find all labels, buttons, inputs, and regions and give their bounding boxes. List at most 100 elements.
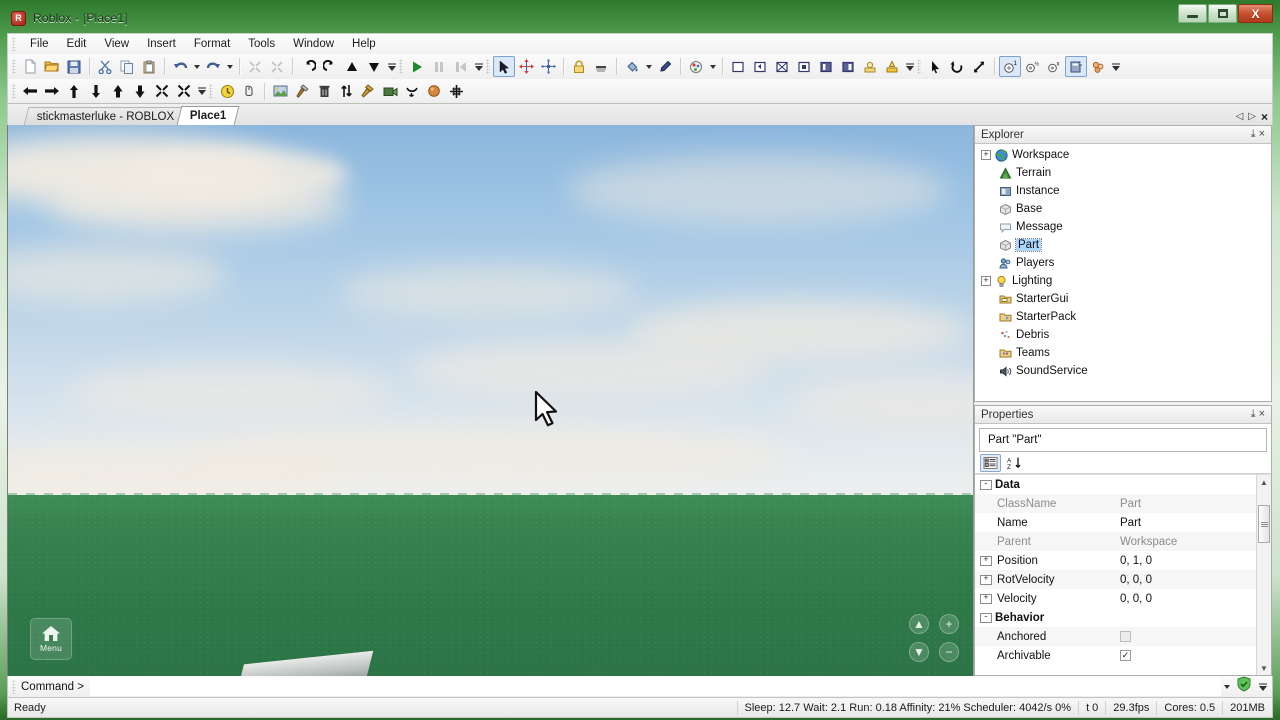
document-tab-place-browser[interactable]: stickmasterluke - ROBLOX	[24, 107, 188, 125]
menu-item-insert[interactable]: Insert	[138, 36, 185, 52]
undo-dropdown-icon[interactable]	[191, 56, 202, 77]
move-down-icon[interactable]	[363, 56, 385, 77]
property-expander-icon[interactable]: +	[980, 575, 992, 585]
property-category-behavior[interactable]: - Behavior	[975, 608, 1271, 627]
updown-icon[interactable]	[335, 81, 357, 102]
toolbar-grip[interactable]	[917, 59, 921, 74]
toolbar-grip[interactable]	[486, 59, 490, 74]
explorer-close-icon[interactable]: ×	[1256, 129, 1268, 140]
menu-item-file[interactable]: File	[21, 36, 58, 52]
toolbar-overflow-button[interactable]	[385, 56, 398, 77]
arrow-up-icon[interactable]	[63, 81, 85, 102]
document-tab-place1[interactable]: Place1	[177, 106, 240, 125]
camera-record-icon[interactable]	[379, 81, 401, 102]
tree-item-base[interactable]: Base	[975, 200, 1271, 218]
arrow-lower-icon[interactable]	[129, 81, 151, 102]
surface-smooth-icon[interactable]	[727, 56, 749, 77]
command-input[interactable]	[90, 678, 1221, 696]
redo-icon[interactable]	[202, 56, 224, 77]
scroll-down-icon[interactable]: ▼	[1257, 661, 1271, 675]
camera-one-icon[interactable]: 1	[999, 56, 1021, 77]
arrow-raise-icon[interactable]	[107, 81, 129, 102]
menu-item-tools[interactable]: Tools	[239, 36, 284, 52]
viewport-menu-button[interactable]: Menu	[30, 618, 72, 660]
tree-item-teams[interactable]: Teams	[975, 344, 1271, 362]
camera-half-icon[interactable]: ½	[1021, 56, 1043, 77]
toolbar-overflow-button[interactable]	[903, 56, 916, 77]
paint-dropdown-icon[interactable]	[643, 56, 654, 77]
material-dropdown-icon[interactable]	[707, 56, 718, 77]
camera-zoom-in-button[interactable]: +	[939, 614, 959, 634]
hinge-icon[interactable]	[859, 56, 881, 77]
camera-zoom-out-button[interactable]: −	[939, 642, 959, 662]
green-shield-icon[interactable]	[1236, 676, 1252, 697]
expand-icon[interactable]	[173, 81, 195, 102]
tree-item-startergui[interactable]: StarterGui	[975, 290, 1271, 308]
group-icon[interactable]	[244, 56, 266, 77]
surface-glue-icon[interactable]	[749, 56, 771, 77]
tree-item-part[interactable]: Part	[975, 236, 1271, 254]
pause-icon[interactable]	[428, 56, 450, 77]
tab-prev-icon[interactable]: ◁	[1236, 112, 1244, 122]
command-bar-overflow-button[interactable]	[1256, 676, 1269, 697]
property-value[interactable]: 0, 0, 0	[1120, 574, 1152, 586]
arrow-right-icon[interactable]	[41, 81, 63, 102]
mouse-icon[interactable]	[238, 81, 260, 102]
property-row-position[interactable]: + Position 0, 1, 0	[975, 551, 1271, 570]
minimize-button[interactable]	[1178, 4, 1207, 23]
rotate-left-icon[interactable]	[297, 56, 319, 77]
archivable-checkbox[interactable]: ✓	[1120, 650, 1131, 661]
toolbar-grip[interactable]	[12, 59, 16, 74]
property-value[interactable]: 0, 1, 0	[1120, 555, 1152, 567]
close-button[interactable]: X	[1238, 4, 1273, 23]
toolbox-icon[interactable]	[1087, 56, 1109, 77]
menu-item-view[interactable]: View	[95, 36, 138, 52]
tree-item-workspace[interactable]: + Workspace	[975, 146, 1271, 164]
smile-icon[interactable]	[401, 81, 423, 102]
property-expander-icon[interactable]: +	[980, 556, 992, 566]
surface-weld-icon[interactable]	[771, 56, 793, 77]
property-row-rotvelocity[interactable]: + RotVelocity 0, 0, 0	[975, 570, 1271, 589]
maximize-button[interactable]	[1208, 4, 1237, 23]
property-row-classname[interactable]: ClassName Part	[975, 494, 1271, 513]
category-collapse-icon[interactable]: -	[980, 480, 992, 490]
property-row-archivable[interactable]: Archivable ✓	[975, 646, 1271, 665]
properties-scrollbar[interactable]: ▲ ▼	[1256, 475, 1271, 675]
weld-icon[interactable]	[590, 56, 612, 77]
property-value[interactable]: 0, 0, 0	[1120, 593, 1152, 605]
copy-icon[interactable]	[116, 56, 138, 77]
tree-item-starterpack[interactable]: StarterPack	[975, 308, 1271, 326]
surface-inlet-icon[interactable]	[815, 56, 837, 77]
tree-expander-icon[interactable]: +	[981, 150, 991, 160]
chevron-down-icon[interactable]	[1221, 676, 1232, 697]
select-arrow-icon[interactable]	[493, 56, 515, 77]
tab-close-icon[interactable]: ×	[1261, 111, 1268, 123]
motor-icon[interactable]	[881, 56, 903, 77]
tree-item-message[interactable]: Message	[975, 218, 1271, 236]
menu-grip[interactable]	[12, 37, 16, 51]
anchor-lock-icon[interactable]	[568, 56, 590, 77]
menu-item-help[interactable]: Help	[343, 36, 385, 52]
move-up-icon[interactable]	[341, 56, 363, 77]
property-expander-icon[interactable]: +	[980, 594, 992, 604]
stop-icon[interactable]	[450, 56, 472, 77]
hammer-icon[interactable]	[291, 81, 313, 102]
insert-object-icon[interactable]	[1065, 56, 1087, 77]
resize-tool-icon[interactable]	[968, 56, 990, 77]
property-row-velocity[interactable]: + Velocity 0, 0, 0	[975, 589, 1271, 608]
property-row-name[interactable]: Name Part	[975, 513, 1271, 532]
color-picker-icon[interactable]	[654, 56, 676, 77]
toolbar-overflow-button[interactable]	[472, 56, 485, 77]
rotate-tool-icon[interactable]	[946, 56, 968, 77]
tree-item-terrain[interactable]: Terrain	[975, 164, 1271, 182]
property-category-data[interactable]: - Data	[975, 475, 1271, 494]
explorer-tree[interactable]: + Workspace Terrain Instance Ba	[975, 144, 1271, 401]
cut-scissors-icon[interactable]	[94, 56, 116, 77]
categorized-view-button[interactable]	[980, 454, 1001, 472]
toolbar-grip[interactable]	[209, 84, 213, 99]
undo-icon[interactable]	[169, 56, 191, 77]
menu-item-window[interactable]: Window	[284, 36, 343, 52]
tree-item-lighting[interactable]: + Lighting	[975, 272, 1271, 290]
terrain-icon[interactable]	[269, 81, 291, 102]
save-icon[interactable]	[63, 56, 85, 77]
